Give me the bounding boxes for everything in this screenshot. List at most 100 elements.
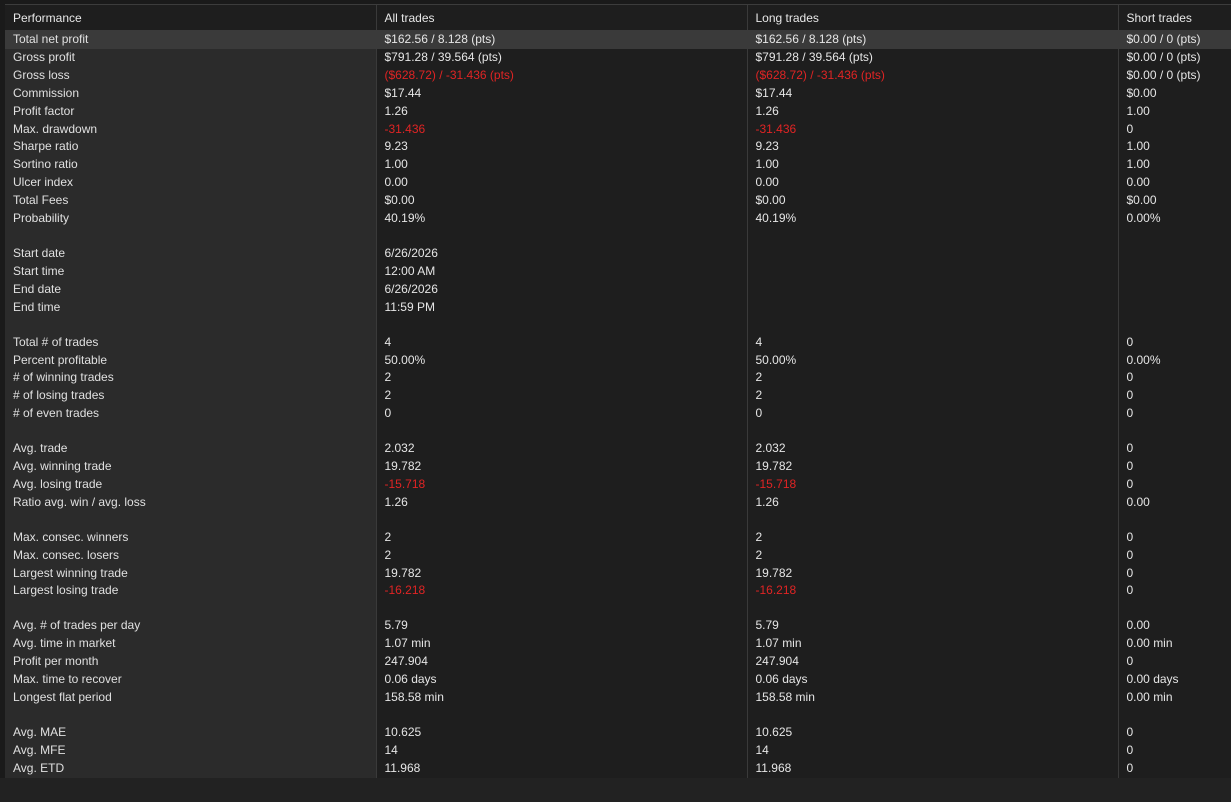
table-row[interactable]: Avg. MAE 10.625 10.625 0 [5,723,1231,742]
spacer-row [5,706,1231,724]
metric-label: Max. time to recover [5,671,377,689]
short-trades-value: 0 [1118,369,1231,388]
spacer-cell [1118,600,1231,618]
long-trades-value: 0 [747,405,1119,424]
table-row[interactable]: Max. drawdown -31.436 -31.436 0 [5,120,1231,139]
table-row[interactable]: Largest winning trade 19.782 19.782 0 [5,564,1231,583]
table-row[interactable]: Ulcer index 0.00 0.00 0.00 [5,174,1231,193]
short-trades-value: 0 [1118,582,1231,601]
table-row[interactable]: Sharpe ratio 9.23 9.23 1.00 [5,138,1231,157]
table-row[interactable]: Gross loss ($628.72) / -31.436 (pts) ($628… [5,66,1231,85]
all-trades-value: 158.58 min [376,689,748,707]
table-row[interactable]: Avg. trade 2.032 2.032 0 [5,440,1231,459]
long-trades-value: 2.032 [747,440,1119,459]
metric-label: Gross profit [5,48,377,67]
spacer-cell [376,706,748,724]
table-row[interactable]: Total Fees $0.00 $0.00 $0.00 [5,192,1231,211]
table-row[interactable]: Start date 6/26/2026 [5,244,1231,263]
all-trades-value: 4 [376,333,748,352]
short-trades-value: 0 [1118,333,1231,352]
long-trades-value: 19.782 [747,458,1119,476]
short-trades-value: 0 [1118,653,1231,672]
table-row[interactable]: Max. time to recover 0.06 days 0.06 days 0.… [5,671,1231,689]
table-row[interactable]: Longest flat period 158.58 min 158.58 min 0… [5,689,1231,707]
short-trades-value: 0 [1118,387,1231,406]
all-trades-value: 2 [376,369,748,388]
metric-label: Total net profit [5,30,377,49]
table-row[interactable]: # of winning trades 2 2 0 [5,369,1231,388]
long-trades-value: 2 [747,546,1119,565]
all-trades-value: -15.718 [376,475,748,494]
short-trades-value: $0.00 / 0 (pts) [1118,48,1231,67]
long-trades-value: 247.904 [747,653,1119,672]
table-row[interactable]: # of losing trades 2 2 0 [5,387,1231,406]
metric-label: Gross loss [5,66,377,85]
table-row[interactable]: Max. consec. losers 2 2 0 [5,546,1231,565]
table-row[interactable]: Commission $17.44 $17.44 $0.00 [5,84,1231,103]
metric-label: Avg. losing trade [5,475,377,494]
long-trades-value: 40.19% [747,210,1119,228]
table-row[interactable]: Profit factor 1.26 1.26 1.00 [5,102,1231,121]
metric-label: Longest flat period [5,689,377,707]
all-trades-value: 50.00% [376,351,748,370]
long-trades-value: 158.58 min [747,689,1119,707]
all-trades-value: $162.56 / 8.128 (pts) [376,30,748,49]
table-row[interactable]: Probability 40.19% 40.19% 0.00% [5,210,1231,228]
short-trades-value: 1.00 [1118,156,1231,175]
short-trades-value: 0.00 min [1118,635,1231,654]
table-row[interactable]: Ratio avg. win / avg. loss 1.26 1.26 0.00 [5,493,1231,512]
column-header-all-trades[interactable]: All trades [376,5,748,31]
table-row[interactable]: Avg. MFE 14 14 0 [5,741,1231,760]
metric-label: Profit factor [5,102,377,121]
table-row[interactable]: Total net profit $162.56 / 8.128 (pts) $16… [5,30,1231,49]
metric-label: Sortino ratio [5,156,377,175]
table-row[interactable]: Sortino ratio 1.00 1.00 1.00 [5,156,1231,175]
table-row[interactable]: Max. consec. winners 2 2 0 [5,528,1231,547]
long-trades-value: 0.06 days [747,671,1119,689]
long-trades-value: 2 [747,387,1119,406]
spacer-cell [376,227,748,245]
table-row[interactable]: Profit per month 247.904 247.904 0 [5,653,1231,672]
short-trades-value: $0.00 / 0 (pts) [1118,30,1231,49]
all-trades-value: 6/26/2026 [376,280,748,299]
all-trades-value: 19.782 [376,458,748,476]
table-row[interactable]: Avg. ETD 11.968 11.968 0 [5,759,1231,778]
short-trades-value: 1.00 [1118,102,1231,121]
table-row[interactable]: Total # of trades 4 4 0 [5,333,1231,352]
column-header-performance[interactable]: Performance [5,5,377,31]
spacer-cell [376,423,748,441]
spacer-cell [747,227,1119,245]
all-trades-value: 2.032 [376,440,748,459]
all-trades-value: 9.23 [376,138,748,157]
column-header-short-trades[interactable]: Short trades [1118,5,1231,31]
table-row[interactable]: End time 11:59 PM [5,298,1231,317]
metric-label: Ratio avg. win / avg. loss [5,493,377,512]
table-row[interactable]: Start time 12:00 AM [5,262,1231,281]
spacer-cell [5,511,377,529]
metric-label: # of losing trades [5,387,377,406]
table-row[interactable]: Percent profitable 50.00% 50.00% 0.00% [5,351,1231,370]
table-row[interactable]: # of even trades 0 0 0 [5,405,1231,424]
table-row[interactable]: Avg. time in market 1.07 min 1.07 min 0.00 … [5,635,1231,654]
short-trades-value: 0 [1118,564,1231,583]
metric-label: Max. consec. winners [5,528,377,547]
table-row[interactable]: Avg. # of trades per day 5.79 5.79 0.00 [5,617,1231,636]
table-row[interactable]: Largest losing trade -16.218 -16.218 0 [5,582,1231,601]
table-row[interactable]: Avg. winning trade 19.782 19.782 0 [5,458,1231,476]
spacer-cell [747,706,1119,724]
spacer-row [5,316,1231,334]
column-header-long-trades[interactable]: Long trades [747,5,1119,31]
performance-grid: Performance All trades Long trades Short… [5,4,1231,779]
spacer-cell [1118,316,1231,334]
spacer-row [5,600,1231,618]
table-row[interactable]: End date 6/26/2026 [5,280,1231,299]
long-trades-value [747,262,1119,281]
short-trades-value: 0 [1118,475,1231,494]
metric-label: Total # of trades [5,333,377,352]
short-trades-value: 0.00% [1118,351,1231,370]
table-row[interactable]: Gross profit $791.28 / 39.564 (pts) $791.2… [5,48,1231,67]
table-row[interactable]: Avg. losing trade -15.718 -15.718 0 [5,475,1231,494]
all-trades-value: 10.625 [376,723,748,742]
long-trades-value: 0.00 [747,174,1119,193]
spacer-cell [376,316,748,334]
